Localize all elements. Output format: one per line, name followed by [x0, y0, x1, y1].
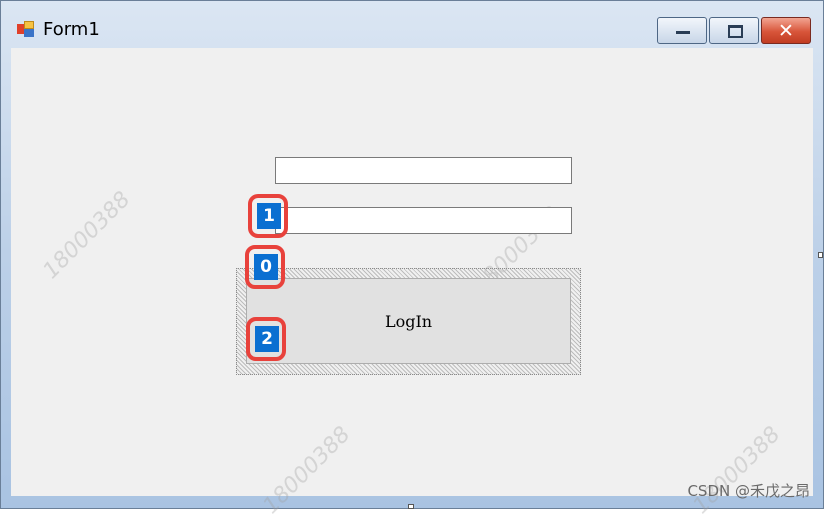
form-client-area: 18000388 18000388 18000388 18000388 LogI…	[11, 48, 813, 519]
minimize-button[interactable]	[657, 17, 707, 44]
annotation-number: 2	[255, 326, 279, 352]
annotation-badge: 2	[246, 317, 286, 361]
window-title: Form1	[43, 19, 100, 40]
textbox-2[interactable]	[275, 207, 572, 234]
watermark: 18000388	[258, 422, 356, 519]
csdn-credit: CSDN @禾戊之昂	[687, 482, 810, 500]
app-icon	[17, 21, 35, 37]
annotation-badge: 1	[248, 194, 288, 238]
minimize-icon	[676, 31, 690, 34]
maximize-icon	[728, 25, 743, 38]
login-button[interactable]: LogIn	[246, 278, 571, 364]
annotation-number: 0	[254, 254, 278, 280]
title-bar[interactable]: Form1 ✕	[1, 1, 823, 47]
annotation-number: 1	[257, 203, 281, 229]
textbox-1[interactable]	[275, 157, 572, 184]
close-icon: ✕	[778, 20, 794, 42]
close-button[interactable]: ✕	[761, 17, 811, 44]
watermark: 18000388	[688, 422, 786, 519]
resize-handle-bottom[interactable]	[408, 504, 414, 509]
resize-handle-right[interactable]	[818, 252, 823, 258]
annotation-badge: 0	[245, 245, 285, 289]
form1-window: Form1 ✕ 18000388 18000388 18000388 18000…	[0, 0, 824, 519]
maximize-button[interactable]	[709, 17, 759, 44]
watermark: 18000388	[38, 187, 136, 284]
